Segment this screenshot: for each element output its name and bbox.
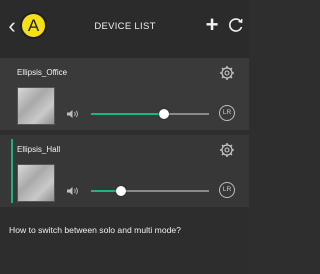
volume-slider[interactable] — [91, 109, 209, 119]
volume-knob[interactable] — [159, 109, 169, 119]
speaker-icon[interactable] — [66, 109, 80, 119]
add-device-button[interactable]: + — [203, 14, 221, 36]
refresh-icon[interactable] — [228, 17, 244, 33]
gear-icon[interactable] — [219, 142, 235, 158]
device-name: Ellipsis_Hall — [17, 145, 61, 154]
back-chevron-icon[interactable]: ‹ — [4, 14, 20, 38]
volume-remaining — [164, 113, 209, 115]
device-name: Ellipsis_Office — [17, 68, 68, 77]
page-title: DEVICE LIST — [94, 21, 156, 32]
annotation-marker: A — [20, 12, 47, 39]
volume-knob[interactable] — [116, 186, 126, 196]
speaker-icon[interactable] — [66, 186, 80, 196]
volume-remaining — [121, 190, 209, 192]
help-section: How to switch between solo and multi mod… — [0, 207, 249, 274]
help-link[interactable]: How to switch between solo and multi mod… — [9, 225, 181, 235]
device-card[interactable]: Ellipsis_Office LR — [0, 58, 249, 130]
device-thumbnail — [17, 164, 55, 202]
volume-fill — [91, 113, 164, 115]
app-header: ‹ A DEVICE LIST + — [0, 0, 249, 58]
stereo-lr-icon[interactable]: LR — [219, 182, 235, 198]
device-card-selected[interactable]: Ellipsis_Hall LR — [0, 135, 249, 207]
volume-slider[interactable] — [91, 186, 209, 196]
stereo-lr-icon[interactable]: LR — [219, 105, 235, 121]
selection-indicator — [11, 139, 13, 203]
gear-icon[interactable] — [219, 65, 235, 81]
device-thumbnail — [17, 87, 55, 125]
